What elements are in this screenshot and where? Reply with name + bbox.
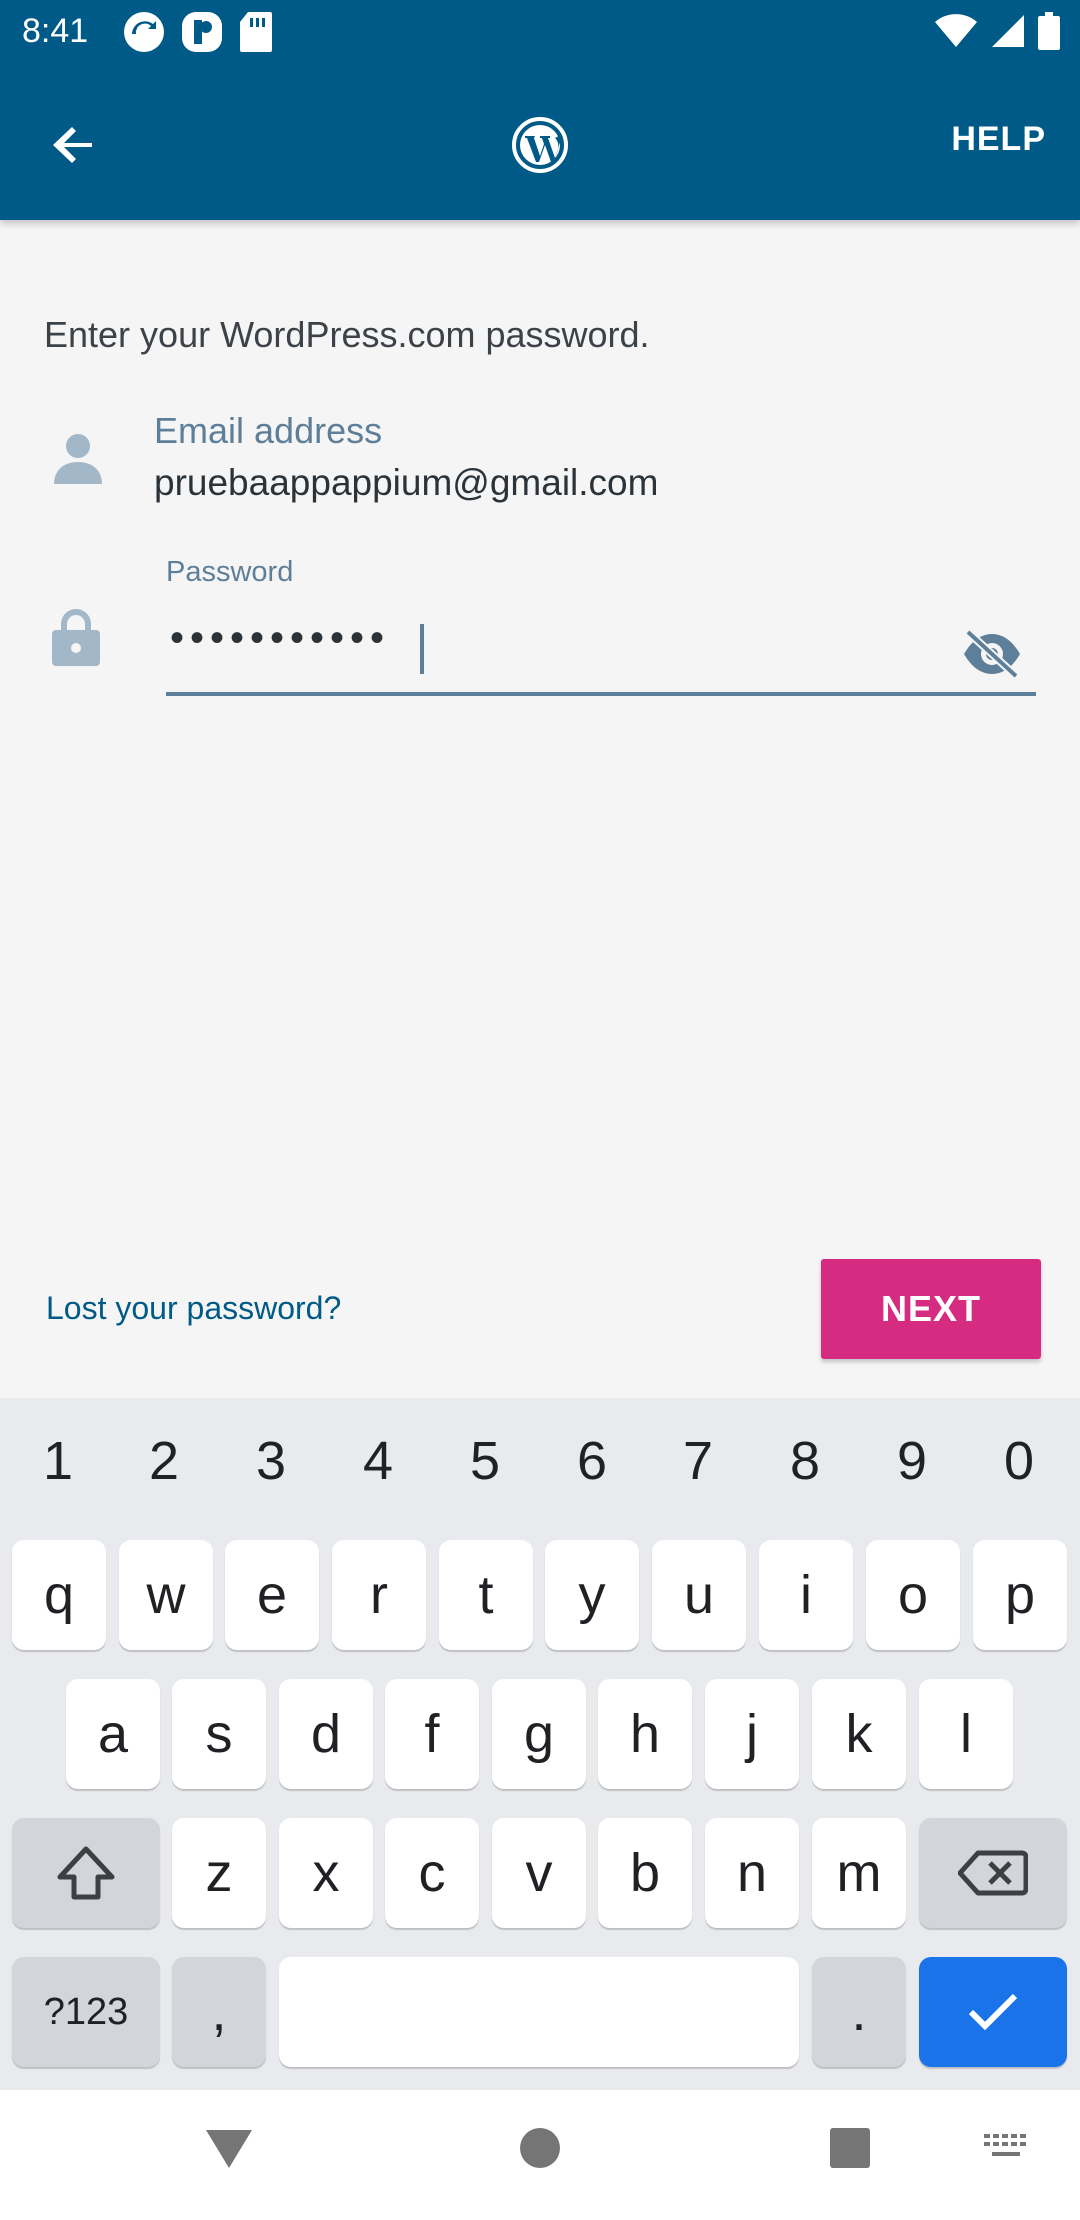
app-icon [182,12,222,52]
password-value: ••••••••••• [170,616,391,660]
key-0[interactable]: 0 [979,1430,1059,1492]
key-t[interactable]: t [439,1540,533,1650]
key-g[interactable]: g [492,1679,586,1789]
period-key[interactable]: . [812,1957,906,2067]
next-button[interactable]: NEXT [821,1259,1041,1359]
key-9[interactable]: 9 [872,1430,952,1492]
key-u[interactable]: u [652,1540,746,1650]
key-a[interactable]: a [66,1679,160,1789]
key-r[interactable]: r [332,1540,426,1650]
key-s[interactable]: s [172,1679,266,1789]
key-j[interactable]: j [705,1679,799,1789]
key-2[interactable]: 2 [124,1430,204,1492]
shift-key[interactable] [12,1818,160,1928]
wordpress-logo [512,117,568,173]
key-q[interactable]: q [12,1540,106,1650]
shift-icon [57,1846,115,1900]
key-z[interactable]: z [172,1818,266,1928]
wifi-icon [935,14,977,47]
key-1[interactable]: 1 [18,1430,98,1492]
key-d[interactable]: d [279,1679,373,1789]
key-i[interactable]: i [759,1540,853,1650]
check-icon [968,1993,1018,2031]
lost-password-link[interactable]: Lost your password? [46,1290,341,1327]
signal-icon [992,15,1024,47]
key-b[interactable]: b [598,1818,692,1928]
done-key[interactable] [919,1957,1067,2067]
status-bar: 8:41 [0,0,1080,66]
password-label: Password [166,556,294,588]
recents-square-icon[interactable] [828,2126,872,2170]
back-triangle-icon[interactable] [204,2126,254,2170]
key-4[interactable]: 4 [338,1430,418,1492]
key-e[interactable]: e [225,1540,319,1650]
key-5[interactable]: 5 [445,1430,525,1492]
battery-icon [1038,12,1060,50]
key-o[interactable]: o [866,1540,960,1650]
key-7[interactable]: 7 [658,1430,738,1492]
status-time: 8:41 [22,12,89,50]
key-k[interactable]: k [812,1679,906,1789]
backspace-key[interactable] [919,1818,1067,1928]
person-icon [54,434,102,484]
status-notification-icons [122,10,274,54]
status-system-icons [934,12,1060,50]
keyboard-number-row: 1 2 3 4 5 6 7 8 9 0 [0,1430,1080,1500]
text-cursor [420,624,424,674]
key-c[interactable]: c [385,1818,479,1928]
instruction-text: Enter your WordPress.com password. [44,314,650,355]
email-value: pruebaappappium@gmail.com [154,462,659,503]
key-y[interactable]: y [545,1540,639,1650]
app-bar: HELP [0,66,1080,220]
back-button[interactable] [40,110,110,180]
keyboard-icon[interactable] [984,2134,1028,2162]
key-p[interactable]: p [973,1540,1067,1650]
arrow-left-icon [53,127,92,163]
soft-keyboard: 1 2 3 4 5 6 7 8 9 0 q w e r t y u i o p … [0,1398,1080,2090]
key-v[interactable]: v [492,1818,586,1928]
key-n[interactable]: n [705,1818,799,1928]
key-x[interactable]: x [279,1818,373,1928]
home-circle-icon[interactable] [518,2126,562,2170]
email-label: Email address [154,410,383,451]
key-m[interactable]: m [812,1818,906,1928]
backspace-icon [958,1850,1028,1896]
key-8[interactable]: 8 [765,1430,845,1492]
password-input[interactable]: ••••••••••• [166,608,1036,696]
sd-card-icon [240,12,272,52]
symbols-key[interactable]: ?123 [12,1957,160,2067]
key-w[interactable]: w [119,1540,213,1650]
comma-key[interactable]: , [172,1957,266,2067]
help-button[interactable]: HELP [951,120,1046,159]
eye-off-icon[interactable] [960,628,1024,680]
key-h[interactable]: h [598,1679,692,1789]
key-f[interactable]: f [385,1679,479,1789]
navigation-bar [0,2090,1080,2220]
sync-icon [124,12,164,52]
space-key[interactable] [279,1957,799,2067]
key-l[interactable]: l [919,1679,1013,1789]
lock-icon [52,609,100,666]
key-3[interactable]: 3 [231,1430,311,1492]
key-6[interactable]: 6 [552,1430,632,1492]
